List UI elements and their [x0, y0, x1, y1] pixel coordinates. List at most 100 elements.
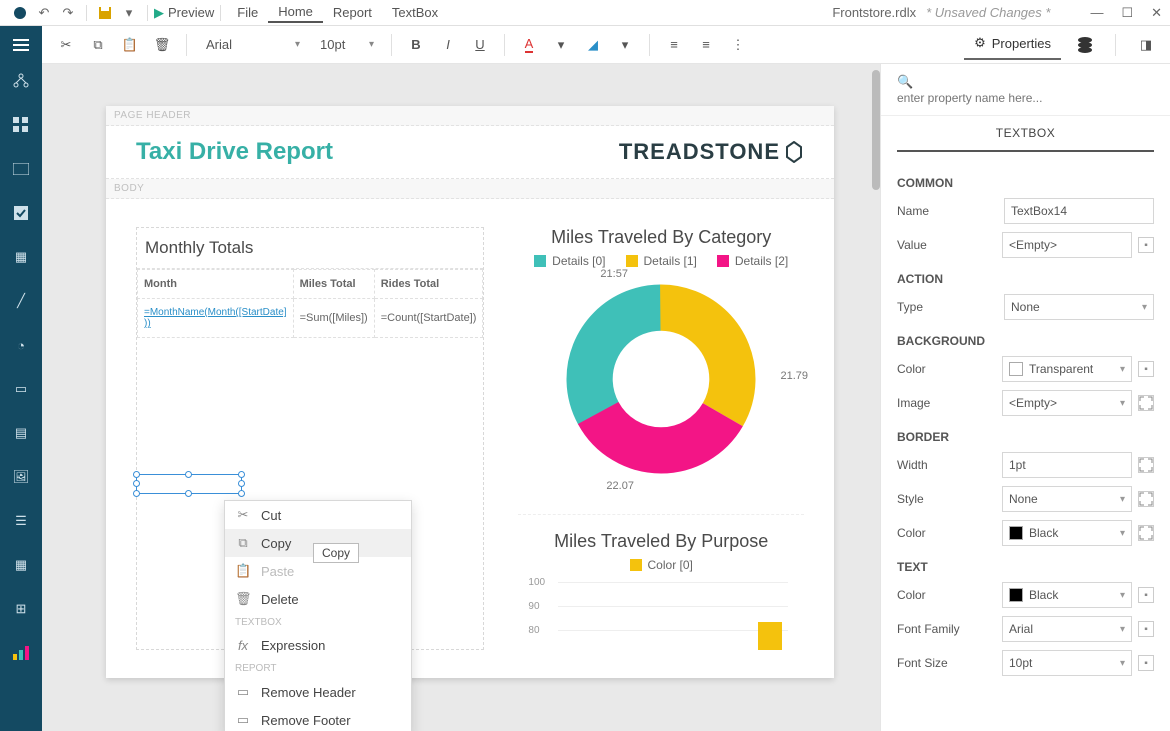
more-icon[interactable]: ⋮ — [724, 31, 752, 59]
bar-title: Miles Traveled By Purpose — [518, 531, 804, 552]
divider — [504, 34, 505, 56]
font-size-select[interactable]: 10pt — [311, 32, 381, 58]
textbox-selection[interactable] — [136, 474, 242, 494]
donut-legend: Details [0] Details [1] Details [2] — [518, 254, 804, 268]
font-family-select[interactable]: Arial — [1002, 616, 1132, 642]
preview-button[interactable]: ▶Preview — [154, 5, 214, 21]
tree-icon[interactable] — [10, 70, 32, 92]
expand-icon[interactable] — [1138, 395, 1154, 411]
search-input[interactable] — [897, 91, 1154, 105]
donut-label-2: 22.07 — [606, 480, 634, 492]
line-icon[interactable]: ╱ — [10, 290, 32, 312]
container-icon[interactable]: ▭ — [10, 378, 32, 400]
document-icon[interactable]: ▤ — [10, 422, 32, 444]
font-size-select[interactable]: 10pt — [1002, 650, 1132, 676]
ctx-copy[interactable]: ⧉Copy Copy — [225, 529, 411, 557]
list-icon[interactable]: ☰ — [10, 510, 32, 532]
paste-icon[interactable]: 📋 — [116, 31, 144, 59]
scrollbar[interactable] — [872, 70, 880, 190]
bg-color-select[interactable]: Transparent — [1002, 356, 1132, 382]
cut-icon[interactable]: ✂ — [52, 31, 80, 59]
value-input[interactable]: <Empty> — [1002, 232, 1132, 258]
undo-icon[interactable]: ↶ — [32, 5, 56, 21]
ctx-cut[interactable]: ✂Cut — [225, 501, 411, 529]
menu-report[interactable]: Report — [323, 3, 382, 22]
redo-icon[interactable]: ↷ — [56, 5, 80, 21]
bg-image-select[interactable]: <Empty> — [1002, 390, 1132, 416]
property-search[interactable]: 🔍 — [881, 64, 1170, 116]
bold-icon[interactable]: B — [402, 31, 430, 59]
ctx-remove-footer[interactable]: ▭Remove Footer — [225, 706, 411, 731]
expand-icon[interactable] — [1138, 525, 1154, 541]
menu-home[interactable]: Home — [268, 2, 323, 23]
underline-icon[interactable]: U — [466, 31, 494, 59]
donut-chart[interactable]: Miles Traveled By Category Details [0] D… — [518, 227, 804, 484]
close-icon[interactable]: ✕ — [1151, 5, 1162, 21]
tablix-icon[interactable]: ⊞ — [10, 598, 32, 620]
filename-label: Frontstore.rdlx — [832, 5, 916, 20]
menu-file[interactable]: File — [227, 3, 268, 22]
expand-icon[interactable] — [1138, 457, 1154, 473]
name-input[interactable]: TextBox14 — [1004, 198, 1154, 224]
chevron-down-icon[interactable]: ▾ — [547, 31, 575, 59]
toolbar: ✂ ⧉ 📋 🗑 Arial 10pt B I U A ▾ ◢ ▾ ≡ ≡ ⋮ ⚙… — [0, 26, 1170, 64]
ctx-remove-header[interactable]: ▭Remove Header — [225, 678, 411, 706]
table-header-row[interactable]: Month Miles Total Rides Total — [138, 270, 483, 299]
chevron-down-icon[interactable]: ▾ — [611, 31, 639, 59]
bg-color-picker-icon[interactable]: ▪ — [1138, 361, 1154, 377]
minimize-icon[interactable]: — — [1090, 5, 1103, 21]
text-color-icon[interactable]: A — [515, 31, 543, 59]
chart-icon[interactable] — [10, 642, 32, 664]
hamburger-icon[interactable] — [0, 26, 42, 64]
textbox-icon[interactable] — [10, 158, 32, 180]
image-icon[interactable]: 🖼 — [10, 466, 32, 488]
font-family-select[interactable]: Arial — [197, 32, 307, 58]
ctx-expression[interactable]: fxExpression — [225, 632, 411, 659]
align-left-icon[interactable]: ≡ — [660, 31, 688, 59]
font-family-picker-icon[interactable]: ▪ — [1138, 621, 1154, 637]
border-color-select[interactable]: Black — [1002, 520, 1132, 546]
shape-icon[interactable]: ◔ — [10, 334, 32, 356]
report-title[interactable]: Taxi Drive Report — [136, 138, 333, 166]
align-center-icon[interactable]: ≡ — [692, 31, 720, 59]
donut-label-1: 21.79 — [780, 370, 808, 382]
italic-icon[interactable]: I — [434, 31, 462, 59]
grid-icon[interactable] — [10, 114, 32, 136]
fill-color-icon[interactable]: ◢ — [579, 31, 607, 59]
collapse-panel-icon[interactable]: ◨ — [1132, 31, 1160, 59]
donut-label-0: 21:57 — [600, 268, 628, 280]
context-menu: ✂Cut ⧉Copy Copy 📋Paste 🗑Delete TEXTBOX f… — [224, 500, 412, 731]
logo-icon[interactable] — [8, 6, 32, 20]
font-size-picker-icon[interactable]: ▪ — [1138, 655, 1154, 671]
properties-tab[interactable]: ⚙ Properties — [964, 29, 1061, 60]
border-width-input[interactable]: 1pt — [1002, 452, 1132, 478]
action-type-select[interactable]: None — [1004, 294, 1154, 320]
matrix-icon[interactable]: ▦ — [10, 246, 32, 268]
save-dropdown-icon[interactable]: ▾ — [117, 5, 141, 21]
data-icon[interactable] — [1071, 31, 1099, 59]
gear-icon: ⚙ — [974, 35, 986, 51]
delete-icon[interactable]: 🗑 — [148, 31, 176, 59]
table-icon[interactable]: ▦ — [10, 554, 32, 576]
bar-legend: Color [0] — [518, 558, 804, 572]
divider — [649, 34, 650, 56]
expand-icon[interactable] — [1138, 491, 1154, 507]
maximize-icon[interactable]: ☐ — [1121, 5, 1133, 21]
ctx-delete[interactable]: 🗑Delete — [225, 585, 411, 613]
design-canvas[interactable]: PAGE HEADER Taxi Drive Report TREADSTONE… — [42, 64, 880, 731]
checkbox-icon[interactable] — [10, 202, 32, 224]
page-header-label: PAGE HEADER — [106, 106, 834, 126]
border-style-select[interactable]: None — [1002, 486, 1132, 512]
divider — [220, 5, 221, 21]
value-picker-icon[interactable]: ▪ — [1138, 237, 1154, 253]
menu-textbox[interactable]: TextBox — [382, 3, 448, 22]
table-data-row[interactable]: =MonthName(Month([StartDate] )) =Sum([Mi… — [138, 299, 483, 338]
copy-icon[interactable]: ⧉ — [84, 31, 112, 59]
save-icon[interactable] — [93, 6, 117, 20]
title-bar: ↶ ↷ ▾ ▶Preview File Home Report TextBox … — [0, 0, 1170, 26]
text-color-picker-icon[interactable]: ▪ — [1138, 587, 1154, 603]
text-color-select[interactable]: Black — [1002, 582, 1132, 608]
bar-chart[interactable]: Miles Traveled By Purpose Color [0] 100 … — [518, 514, 804, 650]
unsaved-changes-label: * Unsaved Changes * — [926, 5, 1050, 20]
brand-logo[interactable]: TREADSTONE — [619, 138, 804, 166]
